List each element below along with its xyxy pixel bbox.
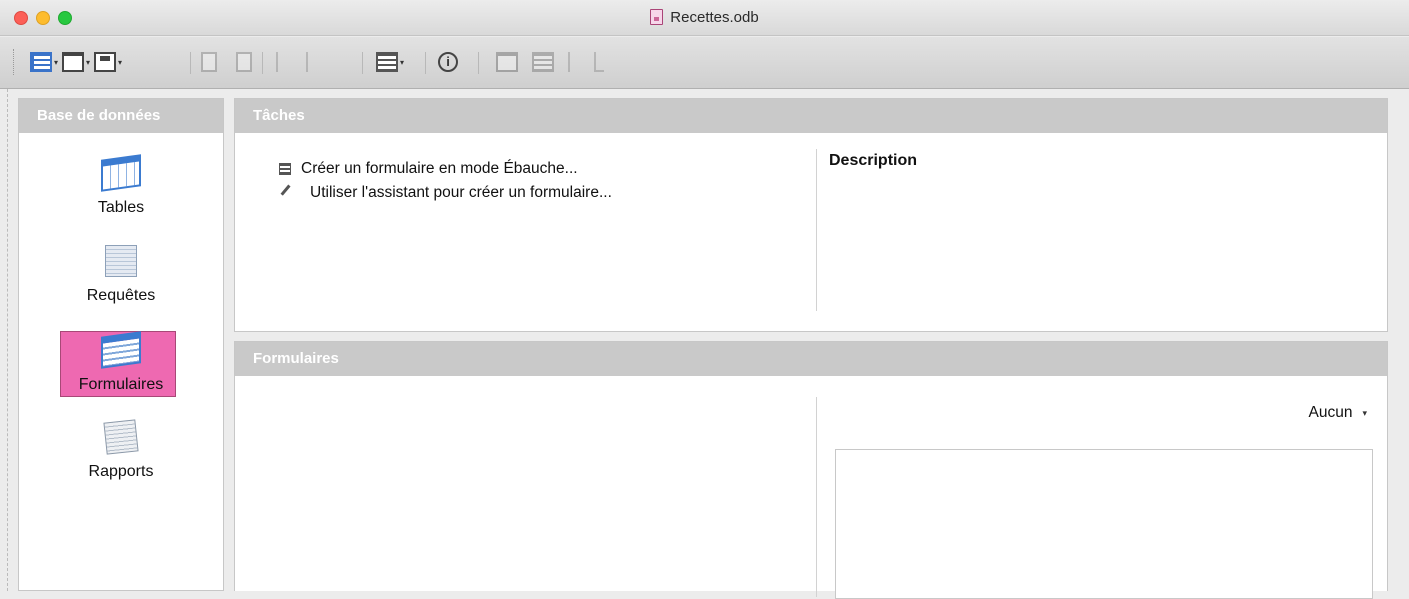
sort-ascending-icon[interactable] xyxy=(276,52,286,72)
open-object-icon[interactable] xyxy=(496,52,518,72)
info-icon[interactable]: i xyxy=(438,52,458,72)
task-label: Utiliser l'assistant pour créer un formu… xyxy=(310,184,612,201)
preview-mode-value: Aucun xyxy=(1308,404,1353,421)
rename-object-icon[interactable] xyxy=(594,52,604,72)
forms-icon xyxy=(101,331,141,369)
window-title-text: Recettes.odb xyxy=(670,9,759,26)
database-sidebar: Base de données Tables Requêtes Formulai… xyxy=(18,98,224,591)
preview-area xyxy=(835,449,1373,599)
sidebar-item-label: Rapports xyxy=(88,463,154,480)
save-dropdown-arrow-icon[interactable]: ▾ xyxy=(118,58,122,67)
forms-divider xyxy=(816,397,817,597)
reports-icon xyxy=(103,419,139,455)
standard-toolbar: ▾ ▾ ▾ ▾ i xyxy=(0,37,1409,89)
queries-icon xyxy=(105,245,137,277)
window-titlebar: Recettes.odb xyxy=(0,0,1409,36)
wizard-wand-icon xyxy=(280,184,298,202)
toolbar-separator xyxy=(478,52,479,74)
sidebar-item-queries[interactable]: Requêtes xyxy=(19,245,223,305)
task-label: Créer un formulaire en mode Ébauche... xyxy=(301,160,578,177)
toolbar-separator xyxy=(425,52,426,74)
sidebar-item-reports[interactable]: Rapports xyxy=(19,419,223,481)
tasks-header: Tâches xyxy=(235,99,1387,133)
sidebar-item-label: Requêtes xyxy=(86,287,156,304)
description-label: Description xyxy=(829,152,918,169)
task-create-form-design[interactable]: Créer un formulaire en mode Ébauche... xyxy=(279,157,612,181)
tasks-panel: Tâches Créer un formulaire en mode Ébauc… xyxy=(234,98,1388,332)
new-database-object-icon[interactable] xyxy=(30,52,52,72)
delete-object-icon[interactable] xyxy=(568,52,578,72)
toolbar-grip[interactable] xyxy=(13,49,16,75)
chevron-down-icon: ▾ xyxy=(1362,407,1367,418)
sidebar-item-tables[interactable]: Tables xyxy=(19,154,223,217)
preview-mode-dropdown[interactable]: Aucun ▾ xyxy=(1309,404,1367,422)
edit-object-icon[interactable] xyxy=(532,52,554,72)
new-dropdown-arrow-icon[interactable]: ▾ xyxy=(54,58,58,67)
forms-panel: Formulaires Aucun ▾ xyxy=(234,341,1388,599)
sidebar-item-forms[interactable]: Formulaires xyxy=(19,331,223,397)
form-view-dropdown-arrow-icon[interactable]: ▾ xyxy=(400,58,404,67)
toolbar-separator xyxy=(190,52,191,74)
task-list: Créer un formulaire en mode Ébauche... U… xyxy=(279,157,612,205)
forms-header: Formulaires xyxy=(235,342,1387,376)
toolbar-separator xyxy=(262,52,263,74)
paste-icon[interactable] xyxy=(236,52,252,72)
form-design-icon xyxy=(279,163,291,175)
tasks-divider xyxy=(816,149,817,311)
copy-icon[interactable] xyxy=(201,52,217,72)
sort-descending-icon[interactable] xyxy=(306,52,316,72)
window-title: Recettes.odb xyxy=(0,9,1409,26)
sidebar-item-label: Tables xyxy=(97,199,145,216)
task-form-wizard[interactable]: Utiliser l'assistant pour créer un formu… xyxy=(279,181,612,205)
form-view-icon[interactable] xyxy=(376,52,398,72)
database-document-icon xyxy=(650,9,664,25)
save-icon[interactable] xyxy=(94,52,117,72)
tables-icon xyxy=(101,154,141,192)
open-folder-icon[interactable] xyxy=(62,52,85,72)
sidebar-header: Base de données xyxy=(19,99,223,133)
toolbar-separator xyxy=(362,52,363,74)
open-dropdown-arrow-icon[interactable]: ▾ xyxy=(86,58,90,67)
sidebar-item-label: Formulaires xyxy=(78,376,164,393)
window-left-edge xyxy=(0,89,8,591)
